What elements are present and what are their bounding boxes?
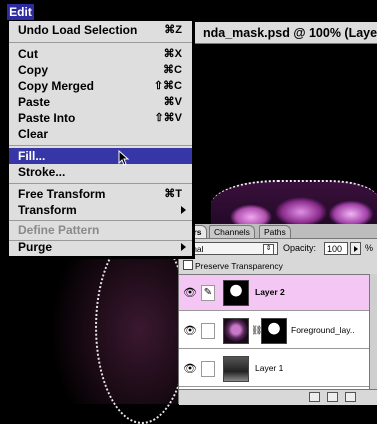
menu-item-label: Stroke... [18,165,66,179]
blend-mode-select[interactable]: rmal ⇕ [183,242,278,255]
menu-item-paste-into[interactable]: Paste Into ⇧⌘V [9,110,192,126]
link-cell[interactable] [201,361,215,377]
menu-item-label: Paste Into [18,111,76,125]
menu-item-shortcut: ⌘C [163,64,182,76]
layer-thumbnail [223,280,249,306]
blend-mode-stepper-icon: ⇕ [263,244,274,255]
palette-bottom-bar [179,389,377,405]
menu-item-shortcut: ⌘V [163,96,182,108]
tab-channels[interactable]: Channels [209,225,255,238]
menu-item-label: Define Pattern [18,223,100,237]
checkbox-icon [183,260,193,270]
eye-icon[interactable]: 👁 [183,286,197,300]
menu-item-label: Paste [18,95,51,109]
edit-menu-title[interactable]: Edit [7,4,34,20]
link-cell[interactable] [201,323,215,339]
menu-item-label: Cut [18,47,38,61]
layer-name: Foreground_lay.. [291,325,355,335]
layers-scrollbar[interactable] [369,274,377,389]
layer-thumbnail [223,356,249,382]
edit-menu: Undo Load Selection ⌘Z Cut ⌘X Copy ⌘C Copy … [8,20,193,257]
trash-icon[interactable] [345,392,356,402]
menu-item-paste[interactable]: Paste ⌘V [9,94,192,110]
document-title[interactable]: nda_mask.psd @ 100% (Layer [161,22,377,44]
opacity-input[interactable]: 100 [324,242,348,255]
menu-item-label: Fill... [18,149,46,163]
menu-item-clear[interactable]: Clear [9,126,192,142]
menu-item-label: Purge [18,240,53,254]
menu-item-stroke[interactable]: Stroke... [9,164,192,180]
selection-marquee [95,230,189,424]
menu-item-fill[interactable]: Fill... [9,148,192,164]
opacity-unit: % [365,243,374,253]
layer-name: Layer 1 [255,363,284,373]
opacity-label: Opacity: [283,243,317,253]
mouse-pointer-icon [118,150,130,166]
eye-icon[interactable]: 👁 [183,324,197,338]
menu-item-label: Clear [18,127,49,141]
menu-item-shortcut: ⇧⌘C [153,80,182,92]
menu-item-shortcut: ⌘X [163,48,182,60]
menu-item-shortcut: ⌘Z [164,24,182,36]
menu-item-label: Copy Merged [18,79,95,93]
new-layer-mask-button[interactable] [309,392,320,402]
menu-item-label: Transform [18,203,77,217]
menu-item-label: Copy [18,63,48,77]
menu-item-undo[interactable]: Undo Load Selection ⌘Z [9,22,192,38]
palette-tabs: yers Channels Paths [179,224,377,239]
preserve-transparency-label: Preserve Transparency [195,261,283,271]
layer-mask-thumbnail [261,318,287,344]
menu-item-transform[interactable]: Transform [9,202,192,218]
menu-separator [9,42,192,43]
menu-item-free-transform[interactable]: Free Transform ⌘T [9,186,192,202]
menu-item-shortcut: ⇧⌘V [154,112,182,124]
submenu-arrow-icon [181,243,186,251]
layer-row-layer-1[interactable]: 👁 Layer 1 [179,351,369,387]
layer-name: Layer 2 [255,287,285,297]
submenu-arrow-icon [181,206,186,214]
layers-palette: yers Channels Paths rmal ⇕ Opacity: 100 … [178,224,377,405]
tab-paths[interactable]: Paths [259,225,291,238]
document-image[interactable] [161,45,377,254]
menu-item-copy[interactable]: Copy ⌘C [9,62,192,78]
opacity-slider-arrow-icon[interactable] [350,242,361,255]
menu-item-copy-merged[interactable]: Copy Merged ⇧⌘C [9,78,192,94]
eye-icon[interactable]: 👁 [183,362,197,376]
new-layer-button[interactable] [327,392,338,402]
menu-item-shortcut: ⌘T [164,188,182,200]
layer-row-layer-2[interactable]: 👁 ✎ Layer 2 [179,275,369,311]
preserve-transparency-checkbox[interactable]: Preserve Transparency [183,260,283,271]
menu-separator [9,220,192,221]
menu-item-purge[interactable]: Purge [9,239,192,255]
menu-separator [9,145,192,146]
menu-item-cut[interactable]: Cut ⌘X [9,46,192,62]
brush-icon[interactable]: ✎ [201,285,215,301]
menu-item-define-pattern: Define Pattern [9,222,192,238]
layer-row-foreground[interactable]: 👁 ⛓ Foreground_lay.. [179,313,369,349]
layer-thumbnail [223,318,249,344]
menu-item-label: Undo Load Selection [18,23,138,37]
menu-separator [9,183,192,184]
menu-item-label: Free Transform [18,187,106,201]
layer-list: 👁 ✎ Layer 2 👁 ⛓ Foreground_lay.. 👁 Layer… [179,274,369,390]
